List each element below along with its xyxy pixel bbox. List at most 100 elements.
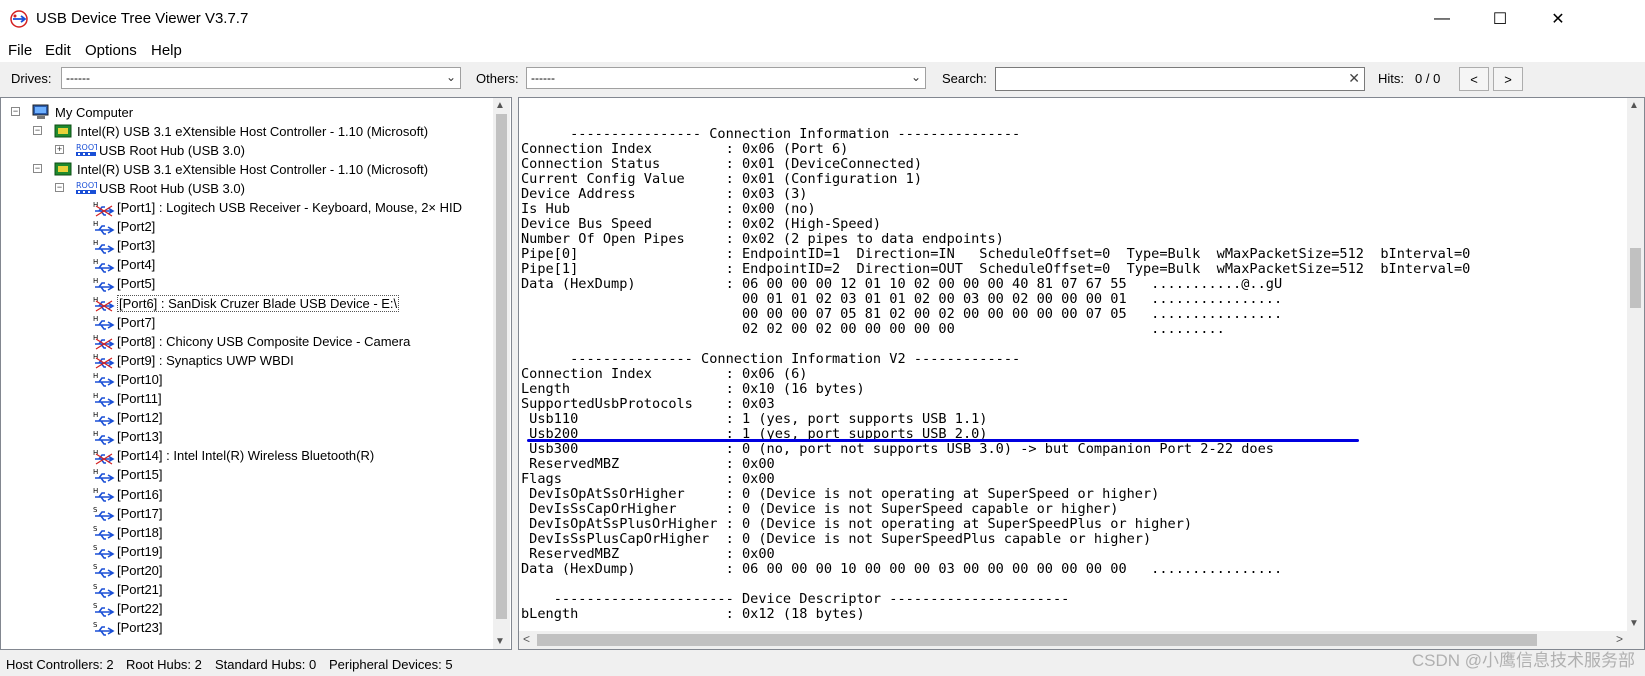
tree-item[interactable]: H [Port6] : SanDisk Cruzer Blade USB Devi…: [93, 293, 400, 313]
collapse-icon[interactable]: −: [11, 107, 20, 116]
tree-item-label: Intel(R) USB 3.1 eXtensible Host Control…: [77, 123, 429, 139]
tree-item[interactable]: S [Port17]: [93, 503, 163, 523]
hits-label: Hits:: [1378, 71, 1404, 86]
tree-item[interactable]: H [Port7]: [93, 312, 155, 332]
collapse-icon[interactable]: −: [33, 126, 42, 136]
usb-ss-port-icon: S: [93, 620, 115, 636]
usb-device-icon: H: [93, 295, 115, 312]
tree-item-label: USB Root Hub (USB 3.0): [99, 142, 245, 158]
tree-item[interactable]: − Intel(R) USB 3.1 eXtensible Host Contro…: [33, 121, 429, 141]
tree-item[interactable]: − ROOT USB Root Hub (USB 3.0): [55, 178, 245, 198]
tree-item-label: [Port21]: [117, 582, 163, 597]
scroll-left-icon[interactable]: <: [523, 632, 530, 646]
chevron-right-icon: >: [1504, 71, 1512, 87]
svg-text:ROOT: ROOT: [76, 181, 97, 190]
expand-icon[interactable]: +: [55, 145, 64, 155]
svg-text:H: H: [93, 220, 98, 228]
previous-hit-button[interactable]: <: [1459, 67, 1489, 91]
svg-text:H: H: [93, 468, 98, 476]
tree-item-label: [Port2]: [117, 219, 156, 235]
usb-device-icon: H: [93, 448, 115, 465]
device-tree[interactable]: − My Computer − Intel(R) USB 3.1 eXtensible…: [0, 97, 512, 650]
tree-item[interactable]: H [Port15]: [93, 465, 163, 485]
tree-item[interactable]: H [Port4]: [93, 255, 155, 275]
tree-item-label: [Port1] : Logitech USB Receiver - Keyboa…: [117, 200, 463, 215]
controller-icon: [53, 161, 73, 177]
drives-label: Drives:: [11, 71, 52, 86]
scrollbar-thumb[interactable]: [1630, 248, 1641, 308]
chevron-down-icon: ⌄: [445, 70, 456, 84]
scroll-down-icon[interactable]: ▼: [1629, 618, 1639, 629]
usb-port-icon: H: [93, 410, 115, 426]
tree-item[interactable]: H [Port1] : Logitech USB Receiver - Keybo…: [93, 198, 462, 218]
scroll-up-icon[interactable]: ▲: [1629, 100, 1639, 111]
tree-vertical-scrollbar[interactable]: ▲ ▼: [493, 98, 510, 649]
details-text[interactable]: ---------------- Connection Information …: [521, 112, 1621, 623]
tree-item[interactable]: S [Port21]: [93, 580, 163, 600]
details-pane[interactable]: ---------------- Connection Information …: [518, 97, 1645, 650]
tree-item[interactable]: H [Port16]: [93, 484, 163, 504]
tree-item-label: [Port3]: [117, 238, 156, 254]
details-vertical-scrollbar[interactable]: ▲ ▼: [1627, 98, 1644, 649]
drives-combo[interactable]: ------ ⌄: [61, 67, 461, 89]
tree-item[interactable]: S [Port22]: [93, 599, 163, 619]
tree-item[interactable]: − My Computer: [11, 102, 134, 122]
tree-item[interactable]: H [Port8] : Chicony USB Composite Device …: [93, 331, 410, 351]
menu-file[interactable]: File: [8, 42, 32, 59]
tree-item[interactable]: H [Port13]: [93, 427, 163, 447]
next-hit-button[interactable]: >: [1493, 67, 1523, 91]
svg-text:S: S: [93, 583, 98, 591]
usb-port-icon: H: [93, 467, 115, 483]
title-bar: USB Device Tree Viewer V3.7.7 — ☐ ✕: [0, 0, 1645, 38]
tree-item[interactable]: S [Port20]: [93, 560, 163, 580]
svg-text:H: H: [93, 411, 98, 419]
scroll-right-icon[interactable]: >: [1616, 632, 1623, 646]
window-title: USB Device Tree Viewer V3.7.7: [36, 10, 249, 27]
tree-item-label: [Port11]: [117, 391, 162, 406]
highlight-underline: [527, 439, 1359, 442]
scrollbar-thumb[interactable]: [496, 114, 507, 619]
svg-text:S: S: [93, 621, 98, 629]
tree-item[interactable]: H [Port9] : Synaptics UWP WBDI: [93, 350, 294, 370]
menu-edit[interactable]: Edit: [45, 42, 71, 59]
tree-item[interactable]: H [Port10]: [93, 369, 163, 389]
tree-item[interactable]: H [Port14] : Intel Intel(R) Wireless Blue…: [93, 446, 374, 466]
scroll-down-icon[interactable]: ▼: [495, 636, 505, 647]
tree-item[interactable]: H [Port11]: [93, 389, 162, 409]
tree-item[interactable]: H [Port2]: [93, 217, 155, 237]
usb-ss-port-icon: S: [93, 562, 115, 579]
search-input[interactable]: ✕: [995, 67, 1365, 91]
svg-text:S: S: [93, 563, 98, 571]
tree-item-label: [Port10]: [117, 371, 163, 387]
scrollbar-thumb[interactable]: [537, 634, 1537, 646]
tree-item[interactable]: − Intel(R) USB 3.1 eXtensible Host Contro…: [33, 159, 428, 179]
scroll-up-icon[interactable]: ▲: [495, 100, 505, 111]
tree-item[interactable]: H [Port12]: [93, 408, 163, 428]
toolbar: Drives: ------ ⌄ Others: ------ ⌄ Search…: [0, 64, 1645, 94]
maximize-icon: ☐: [1492, 11, 1508, 28]
menu-help[interactable]: Help: [151, 42, 182, 59]
collapse-icon[interactable]: −: [55, 183, 64, 193]
svg-text:S: S: [93, 525, 98, 533]
usb-port-icon: H: [93, 257, 115, 273]
usb-ss-port-icon: S: [93, 543, 115, 560]
tree-item[interactable]: H [Port3]: [93, 236, 155, 256]
maximize-button[interactable]: ☐: [1471, 0, 1529, 38]
tree-item[interactable]: H [Port5]: [93, 274, 155, 294]
tree-item[interactable]: S [Port18]: [93, 522, 163, 542]
tree-item[interactable]: S [Port19]: [93, 541, 163, 561]
svg-text:S: S: [93, 544, 98, 552]
tree-item-label: My Computer: [55, 104, 134, 120]
others-combo[interactable]: ------ ⌄: [526, 67, 926, 89]
close-button[interactable]: ✕: [1529, 0, 1587, 38]
collapse-icon[interactable]: −: [33, 164, 42, 174]
tree-item[interactable]: + ROOT USB Root Hub (USB 3.0): [55, 140, 245, 160]
menu-options[interactable]: Options: [85, 42, 137, 59]
status-root-hubs: Root Hubs: 2: [126, 657, 202, 672]
usb-device-icon: H: [93, 352, 115, 369]
status-peripheral-devices: Peripheral Devices: 5: [329, 657, 453, 672]
usb-port-icon: H: [93, 371, 115, 388]
clear-icon[interactable]: ✕: [1348, 70, 1360, 87]
minimize-button[interactable]: —: [1413, 0, 1471, 38]
tree-item[interactable]: S [Port23]: [93, 618, 163, 638]
